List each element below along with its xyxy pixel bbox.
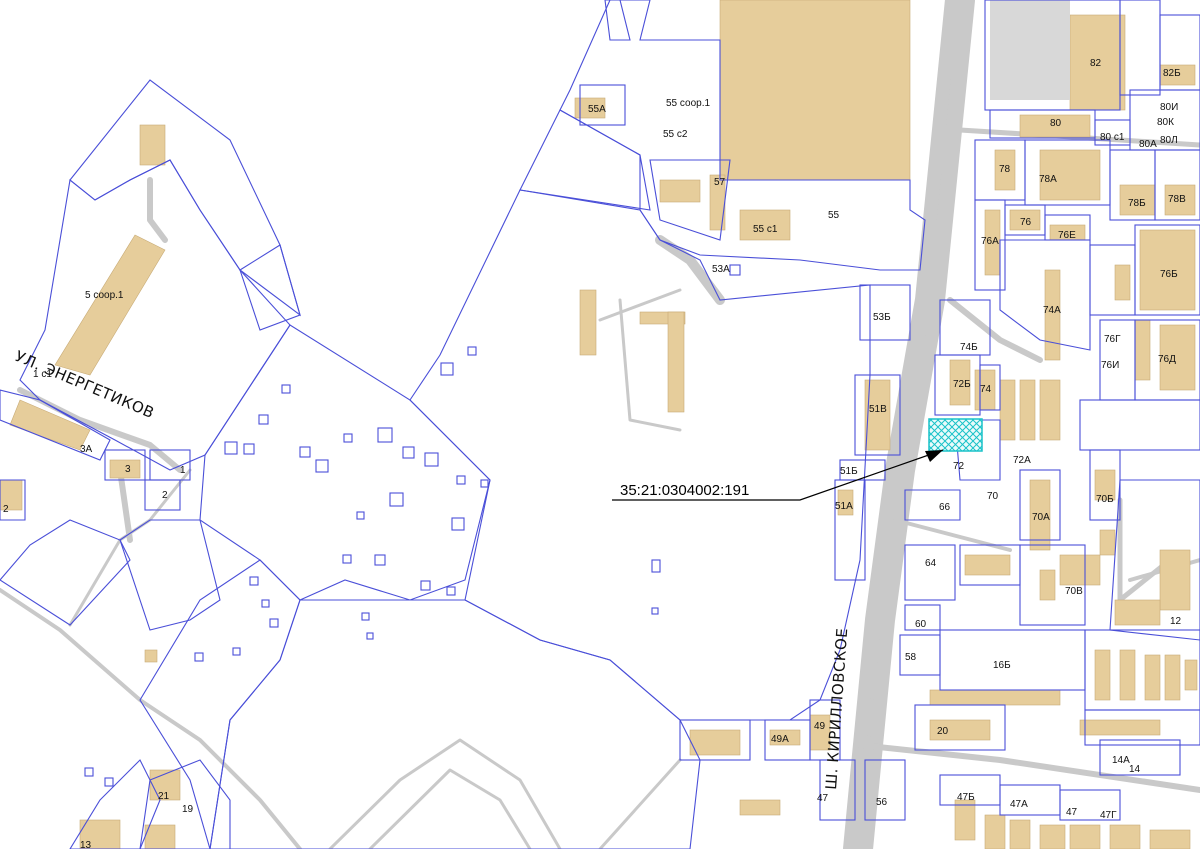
address-label: 66 (939, 502, 951, 513)
address-label: 76Д (1158, 354, 1176, 365)
address-label: 13 (80, 840, 92, 849)
address-label: 72 (953, 461, 965, 472)
address-label: 53Б (873, 312, 891, 323)
address-label: 76 (1020, 217, 1032, 228)
address-label: 47 (817, 793, 829, 804)
address-label: 78Б (1128, 198, 1146, 209)
address-label: 80 с1 (1100, 132, 1125, 143)
address-label: 56 (876, 797, 888, 808)
address-label: 57 (714, 177, 726, 188)
address-label: 14 (1129, 764, 1141, 775)
address-label: 76Г (1104, 334, 1121, 345)
address-label: 78 (999, 164, 1011, 175)
address-label: 49 (814, 721, 826, 732)
address-label: 64 (925, 558, 937, 569)
address-label: 55 соор.1 (666, 98, 710, 109)
address-label: 16Б (993, 660, 1011, 671)
address-label: 55 с1 (753, 224, 778, 235)
address-label: 74А (1043, 305, 1061, 316)
address-label: 47Г (1100, 810, 1117, 821)
address-label: 49А (771, 734, 789, 745)
address-label: 76И (1101, 360, 1119, 371)
address-label: 3 (125, 464, 131, 475)
address-label: 76Е (1058, 230, 1076, 241)
address-label: 2 (3, 504, 9, 515)
address-label: 80И (1160, 102, 1178, 113)
address-label: 55 с2 (663, 129, 688, 140)
address-label: 47 (1066, 807, 1078, 818)
address-label: 20 (937, 726, 949, 737)
address-label: 80А (1139, 139, 1157, 150)
address-label: 76А (981, 236, 999, 247)
address-label: 47Б (957, 792, 975, 803)
address-label: 78В (1168, 194, 1186, 205)
address-label: 74Б (960, 342, 978, 353)
address-label: 55 (828, 210, 840, 221)
address-label: 76Б (1160, 269, 1178, 280)
address-label: 51В (869, 404, 887, 415)
address-label: 80К (1157, 117, 1174, 128)
address-label: 60 (915, 619, 927, 630)
address-label: 55А (588, 104, 606, 115)
address-label: 72Б (953, 379, 971, 390)
address-label: 14А (1112, 755, 1130, 766)
address-label: 21 (158, 791, 170, 802)
address-label: 3А (80, 444, 93, 455)
address-label: 5 соор.1 (85, 290, 124, 301)
address-label: 53А (712, 264, 730, 275)
address-label: 12 (1170, 616, 1182, 627)
address-label: 78А (1039, 174, 1057, 185)
cadastral-map[interactable]: 35:21:0304002:191 УЛ. ЭНЕРГЕТИКОВ Ш. КИР… (0, 0, 1200, 849)
address-label: 70 (987, 491, 999, 502)
address-label: 72А (1013, 455, 1031, 466)
address-label: 51А (835, 501, 853, 512)
address-label: 47А (1010, 799, 1028, 810)
address-label: 1 с1 (33, 369, 52, 380)
cadastral-number-label: 35:21:0304002:191 (620, 482, 749, 499)
address-label: 70Б (1096, 494, 1114, 505)
highlighted-parcel[interactable] (928, 418, 983, 452)
address-label: 82Б (1163, 68, 1181, 79)
address-label: 70А (1032, 512, 1050, 523)
address-label: 58 (905, 652, 917, 663)
address-label: 80Л (1160, 135, 1178, 146)
address-label: 80 (1050, 118, 1062, 129)
address-label: 19 (182, 804, 194, 815)
address-label: 1 (180, 465, 186, 476)
address-label: 2 (162, 490, 168, 501)
address-label: 51Б (840, 466, 858, 477)
address-label: 70В (1065, 586, 1083, 597)
address-label: 74 (980, 384, 992, 395)
address-label: 82 (1090, 58, 1102, 69)
